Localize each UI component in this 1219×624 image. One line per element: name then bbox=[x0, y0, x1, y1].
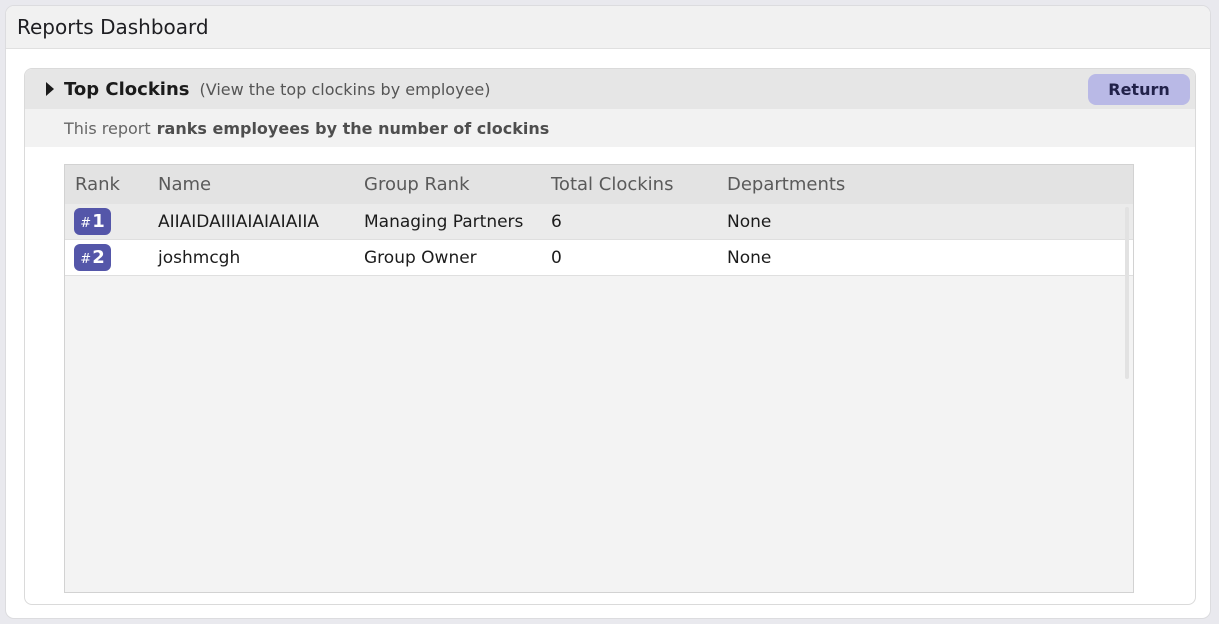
report-description-prefix: This report bbox=[64, 118, 151, 138]
cell-total-clockins: 0 bbox=[551, 247, 562, 268]
report-header[interactable]: Top Clockins (View the top clockins by e… bbox=[25, 69, 1195, 109]
rank-badge: # 1 bbox=[74, 208, 111, 235]
window-title: Reports Dashboard bbox=[17, 15, 209, 39]
return-button[interactable]: Return bbox=[1088, 74, 1190, 105]
column-header-name[interactable]: Name bbox=[158, 174, 364, 195]
table-row[interactable]: # 1 AIIAIDAIIIAIAIAIAIIA Managing Partne… bbox=[65, 204, 1133, 240]
table-row[interactable]: # 2 joshmcgh Group Owner 0 None bbox=[65, 240, 1133, 276]
cell-name: AIIAIDAIIIAIAIAIAIIA bbox=[158, 211, 319, 232]
cell-group-rank: Managing Partners bbox=[364, 211, 524, 232]
column-header-group-rank[interactable]: Group Rank bbox=[364, 174, 551, 195]
rank-badge: # 2 bbox=[74, 244, 111, 271]
rank-hash: # bbox=[80, 216, 92, 231]
report-description: This report ranks employees by the numbe… bbox=[25, 109, 1195, 147]
cell-departments: None bbox=[727, 247, 772, 268]
clockins-table: Rank Name Group Rank Total Clockins Depa… bbox=[64, 164, 1134, 593]
cell-name: joshmcgh bbox=[158, 247, 241, 268]
window-header: Reports Dashboard bbox=[6, 6, 1210, 49]
column-header-total-clockins[interactable]: Total Clockins bbox=[551, 174, 727, 195]
rank-hash: # bbox=[80, 252, 92, 267]
expand-caret-icon[interactable] bbox=[46, 82, 54, 96]
cell-departments: None bbox=[727, 211, 772, 232]
report-subtitle: (View the top clockins by employee) bbox=[199, 79, 491, 99]
column-header-departments[interactable]: Departments bbox=[727, 174, 1133, 195]
report-description-bold: ranks employees by the number of clockin… bbox=[156, 118, 550, 138]
table-scrollbar[interactable] bbox=[1125, 207, 1129, 379]
table-header: Rank Name Group Rank Total Clockins Depa… bbox=[65, 165, 1133, 204]
report-title: Top Clockins bbox=[64, 78, 190, 100]
rank-number: 2 bbox=[92, 247, 105, 268]
rank-number: 1 bbox=[92, 211, 105, 232]
report-panel: Top Clockins (View the top clockins by e… bbox=[24, 68, 1196, 605]
reports-window: Reports Dashboard Top Clockins (View the… bbox=[6, 6, 1210, 618]
column-header-rank[interactable]: Rank bbox=[65, 174, 158, 195]
cell-total-clockins: 6 bbox=[551, 211, 562, 232]
cell-group-rank: Group Owner bbox=[364, 247, 477, 268]
